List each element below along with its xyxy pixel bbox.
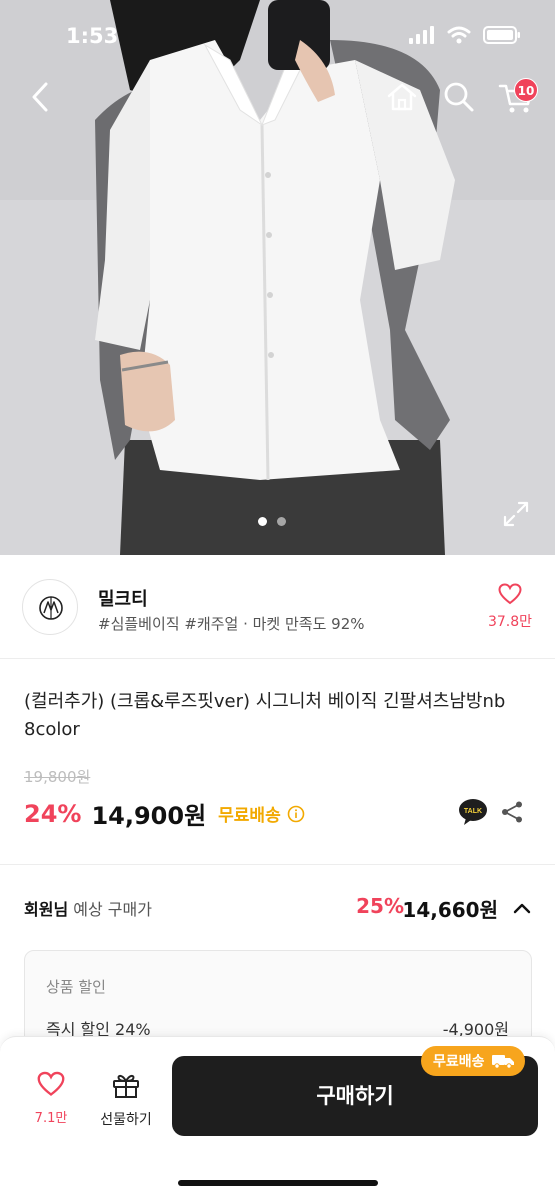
shop-logo[interactable]: [22, 579, 78, 635]
expand-icon[interactable]: [503, 501, 529, 527]
battery-icon: [483, 26, 520, 44]
wifi-icon: [447, 26, 471, 44]
member-label-rest: 예상 구매가: [68, 900, 152, 919]
price-row: 24% 14,900원 무료배송: [24, 796, 305, 831]
free-shipping-badge-label: 무료배송: [433, 1054, 485, 1070]
heart-icon: [498, 583, 522, 605]
status-icons: [409, 26, 521, 44]
truck-icon: [491, 1055, 514, 1069]
discount-section-title: 상품 할인: [46, 978, 106, 996]
share-icon[interactable]: [500, 800, 524, 824]
like-count: 7.1만: [34, 1111, 68, 1126]
status-time: 1:53: [66, 24, 119, 48]
cellular-signal-icon: [409, 26, 434, 44]
home-icon[interactable]: [385, 80, 419, 114]
discount-rate: 24%: [24, 799, 82, 828]
shop-like-count: 37.8만: [487, 614, 533, 630]
shop-info-row[interactable]: 밀크티 #심플베이직 #캐주얼 · 마켓 만족도 92% 37.8만: [0, 555, 555, 659]
product-title: (컬러추가) (크롭&루즈핏ver) 시그니처 베이직 긴팔셔츠남방nb 8co…: [24, 691, 506, 740]
pager-dot: [277, 517, 286, 526]
member-price-label: 회원님 예상 구매가: [24, 896, 152, 920]
gift-label: 선물하기: [100, 1112, 152, 1128]
home-indicator: [178, 1180, 378, 1186]
product-image-gallery[interactable]: 1:53 10: [0, 0, 555, 555]
shop-logo-mark: [39, 596, 63, 620]
info-icon[interactable]: [287, 805, 305, 823]
free-shipping-label: 무료배송: [218, 806, 281, 826]
shop-name[interactable]: 밀크티: [98, 585, 148, 611]
heart-icon: [37, 1071, 65, 1096]
search-icon[interactable]: [442, 80, 476, 114]
section-divider: [0, 864, 555, 865]
gallery-pager: [258, 517, 286, 526]
shop-like-button[interactable]: 37.8만: [484, 583, 536, 631]
pager-dot-active: [258, 517, 267, 526]
svg-text:TALK: TALK: [464, 808, 482, 815]
member-price: 14,660원: [402, 898, 498, 922]
kakao-talk-icon[interactable]: TALK: [458, 798, 488, 826]
member-label-bold: 회원님: [24, 900, 69, 919]
free-shipping-badge: 무료배송: [421, 1046, 525, 1076]
member-discount-rate: 25%: [356, 894, 404, 918]
chevron-up-icon[interactable]: [512, 898, 532, 918]
back-icon[interactable]: [24, 80, 58, 114]
original-price: 19,800원: [24, 768, 91, 786]
gift-button[interactable]: 선물하기: [90, 1071, 162, 1129]
member-price-row[interactable]: 회원님 예상 구매가 25% 14,660원: [24, 894, 532, 922]
cart-count-badge: 10: [514, 78, 538, 102]
gift-icon: [113, 1074, 139, 1098]
sale-price: 14,900원: [91, 802, 207, 830]
like-button[interactable]: 7.1만: [22, 1071, 80, 1126]
status-bar: 1:53: [0, 0, 555, 70]
shop-tags: #심플베이직 #캐주얼 · 마켓 만족도 92%: [98, 615, 365, 633]
